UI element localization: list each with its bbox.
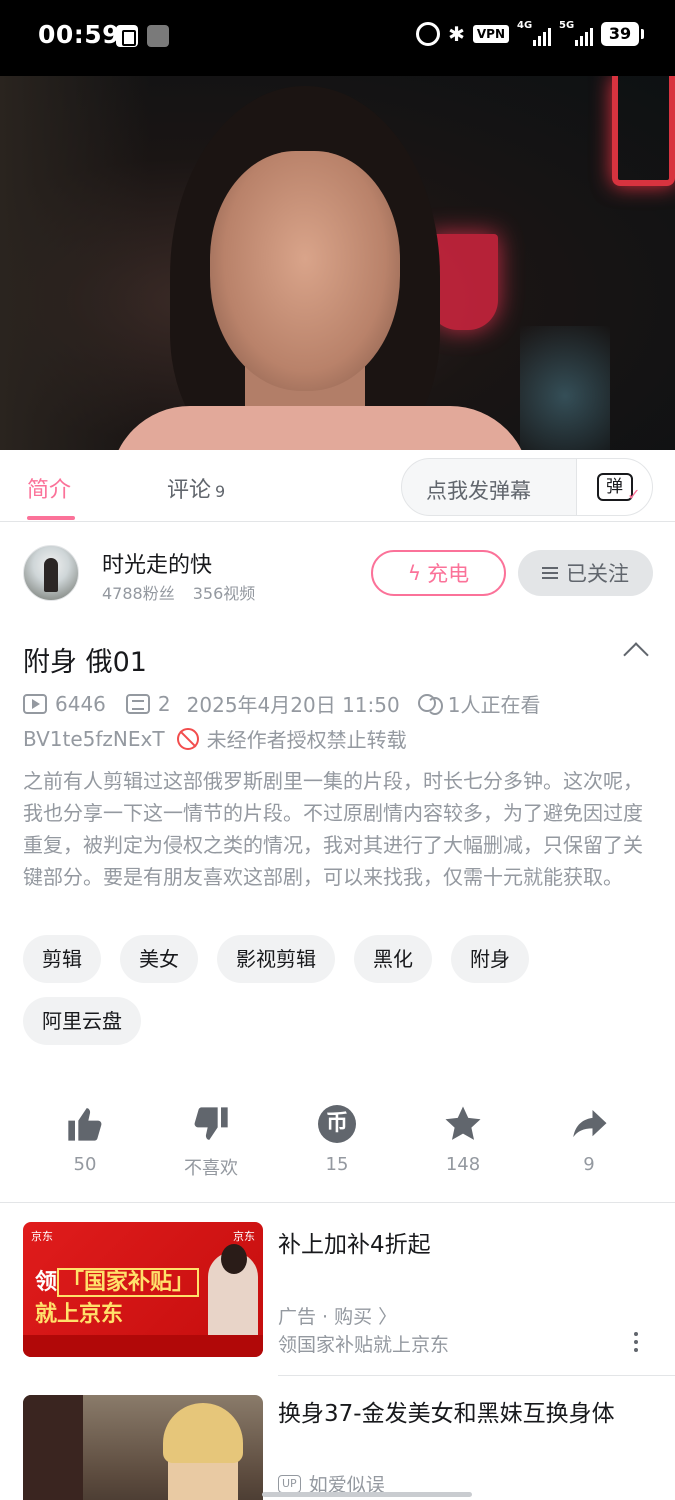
share-arrow-icon [544, 1100, 634, 1148]
battery-icon: 39 [601, 22, 644, 46]
copyright-notice: 未经作者授权禁止转载 [206, 728, 407, 752]
tag-item[interactable]: 阿里云盘 [23, 997, 141, 1045]
like-count: 50 [73, 1154, 97, 1175]
divider [0, 1202, 675, 1203]
prohibited-icon [176, 727, 199, 750]
bvid-row: BV1te5fzNExT 未经作者授权禁止转载 [23, 724, 407, 753]
ad-label[interactable]: 广告 · 购买 〉 [278, 1302, 397, 1329]
ad-brand-logo: 京东 [31, 1230, 53, 1243]
share-count: 9 [583, 1154, 595, 1175]
vpn-badge: VPN [472, 25, 509, 43]
up-badge-icon: UP [278, 1474, 301, 1493]
status-icons: ✱ VPN 4G 5G 39 [416, 20, 644, 46]
thumbs-down-icon [166, 1100, 256, 1148]
menu-icon [542, 567, 558, 579]
bluetooth-icon: ✱ [448, 22, 465, 46]
tag-list: 剪辑 美女 影视剪辑 黑化 附身 阿里云盘 [23, 935, 663, 1045]
follow-label: 已关注 [566, 562, 629, 586]
dislike-button[interactable]: 不喜欢 [166, 1100, 256, 1180]
ad-headline: 领「国家补贴」 [35, 1264, 200, 1297]
uploader-avatar[interactable] [23, 545, 79, 601]
tab-comments[interactable]: 评论 9 [167, 472, 225, 504]
follow-button[interactable]: 已关注 [518, 550, 653, 596]
share-button[interactable]: 9 [544, 1100, 634, 1175]
alarm-icon [416, 22, 441, 46]
uploader-stats: 4788粉丝 356视频 [102, 580, 255, 604]
tab-comments-label: 评论 [167, 478, 212, 503]
danmaku-count: 2 [157, 691, 171, 716]
favorite-button[interactable]: 148 [418, 1100, 508, 1175]
tag-item[interactable]: 美女 [120, 935, 198, 983]
uploader-fans: 4788粉丝 [102, 584, 175, 603]
play-count-icon [23, 693, 47, 714]
chevron-up-icon[interactable] [623, 642, 649, 668]
more-options-icon[interactable] [634, 1332, 638, 1354]
danmaku-icon: 弹 [596, 473, 641, 507]
star-icon [418, 1100, 508, 1148]
ad-description: 领国家补贴就上京东 [278, 1334, 450, 1356]
favorite-count: 148 [445, 1154, 481, 1175]
lightning-icon: ϟ [407, 561, 422, 585]
danmaku-placeholder: 点我发弹幕 [426, 479, 531, 503]
tab-indicator [27, 516, 75, 520]
ad-thumbnail[interactable]: 京东 京东 领「国家补贴」 就上京东 [23, 1222, 263, 1357]
tag-item[interactable]: 黑化 [354, 935, 432, 983]
danmaku-toggle-button[interactable]: 弹 [576, 459, 652, 515]
coin-icon: 币 [318, 1105, 356, 1143]
view-count: 6446 [55, 691, 106, 716]
action-bar: 50 不喜欢 币 15 148 9 [0, 1100, 675, 1190]
home-indicator[interactable] [262, 1492, 472, 1497]
charge-label: 充电 [427, 562, 470, 586]
status-bar: 00:59 ✱ VPN 4G 5G 39 [0, 0, 675, 76]
dislike-label: 不喜欢 [184, 1158, 238, 1179]
charge-button[interactable]: ϟ 充电 [371, 550, 506, 596]
ad-subline: 就上京东 [35, 1302, 124, 1327]
like-button[interactable]: 50 [40, 1100, 130, 1175]
uploader-name[interactable]: 时光走的快 [102, 547, 212, 579]
ad-title[interactable]: 补上加补4折起 [278, 1225, 431, 1259]
uploader-videos: 356视频 [192, 584, 256, 603]
watching-icon [416, 693, 443, 715]
coin-count: 15 [325, 1154, 349, 1175]
danmaku-input[interactable]: 点我发弹幕 弹 [401, 458, 653, 516]
signal-5g-icon: 5G [559, 20, 593, 46]
video-description: 之前有人剪辑过这部俄罗斯剧里一集的片段，时长七分多钟。这次呢，我也分享一下这一情… [23, 769, 643, 889]
tag-item[interactable]: 影视剪辑 [217, 935, 335, 983]
recommended-thumbnail[interactable] [23, 1395, 263, 1500]
ad-brand-logo-2: 京东 [233, 1230, 255, 1243]
video-title: 附身 俄01 [23, 647, 147, 678]
app-notification-icon-2 [147, 25, 169, 47]
divider [278, 1375, 675, 1376]
coin-button[interactable]: 币 15 [292, 1100, 382, 1175]
publish-date: 2025年4月20日 11:50 [186, 693, 400, 717]
watching-count: 1人正在看 [447, 693, 541, 717]
tag-item[interactable]: 剪辑 [23, 935, 101, 983]
video-meta: 6446 2 2025年4月20日 11:50 1人正在看 [23, 689, 540, 718]
app-notification-icon [116, 25, 138, 47]
danmaku-count-icon [125, 693, 150, 714]
recommended-title[interactable]: 换身37-金发美女和黑妹互换身体 [278, 1398, 653, 1431]
thumbs-up-icon [40, 1100, 130, 1148]
tag-item[interactable]: 附身 [451, 935, 529, 983]
bvid: BV1te5fzNExT [23, 726, 165, 751]
status-time: 00:59 [38, 20, 121, 49]
signal-4g-icon: 4G [517, 20, 551, 46]
video-player[interactable] [0, 76, 675, 450]
comments-count: 9 [215, 482, 226, 501]
tab-intro[interactable]: 简介 [27, 472, 71, 504]
